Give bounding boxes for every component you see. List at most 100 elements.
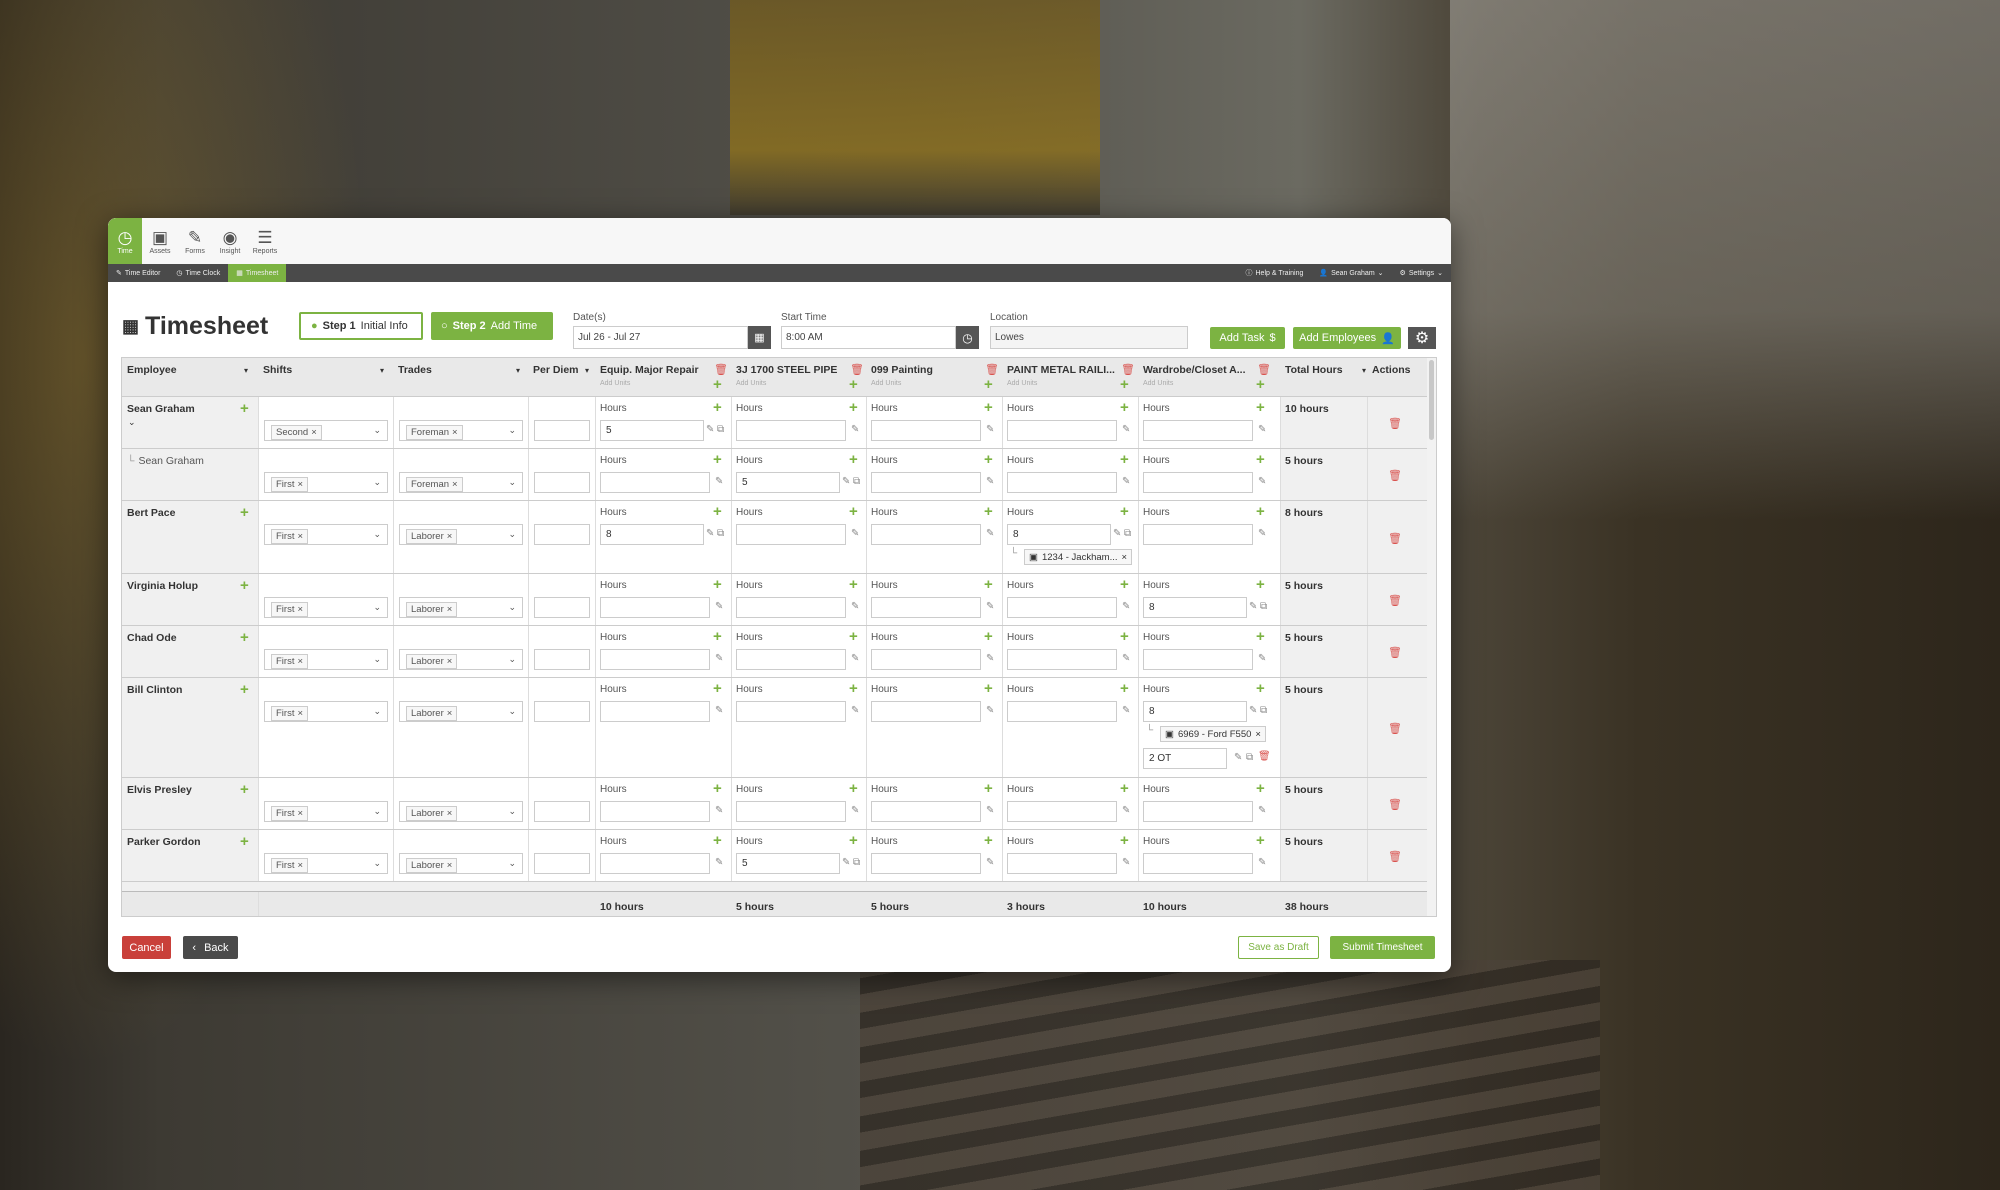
add-hours-plus-icon[interactable]: + xyxy=(984,833,993,848)
add-row-plus-icon[interactable]: + xyxy=(240,578,249,593)
back-button[interactable]: ‹ Back xyxy=(183,936,238,959)
add-hours-plus-icon[interactable]: + xyxy=(984,577,993,592)
hours-input[interactable] xyxy=(600,597,710,618)
pencil-icon[interactable]: ✎ xyxy=(986,528,994,539)
shift-select[interactable]: First × ⌄ xyxy=(264,597,388,618)
pencil-icon[interactable]: ✎ xyxy=(1258,653,1266,664)
hours-input[interactable] xyxy=(600,472,710,493)
hours-input[interactable] xyxy=(1143,472,1253,493)
hours-input[interactable]: 8 xyxy=(1143,597,1247,618)
copy-icon[interactable]: ⧉ xyxy=(1260,601,1267,612)
hours-input[interactable] xyxy=(600,649,710,670)
pencil-icon[interactable]: ✎ xyxy=(851,653,859,664)
hours-input[interactable] xyxy=(736,597,846,618)
pencil-icon[interactable]: ✎ xyxy=(1258,857,1266,868)
shift-tag[interactable]: Second × xyxy=(271,425,322,440)
pencil-icon[interactable]: ✎ xyxy=(715,857,723,868)
add-hours-plus-icon[interactable]: + xyxy=(849,400,858,415)
add-hours-plus-icon[interactable]: + xyxy=(1256,629,1265,644)
hours-input[interactable] xyxy=(1007,649,1117,670)
shift-select[interactable]: First × ⌄ xyxy=(264,801,388,822)
pencil-icon[interactable]: ✎ xyxy=(1249,705,1257,716)
remove-tag-icon[interactable]: × xyxy=(447,860,453,871)
hours-input[interactable] xyxy=(1007,701,1117,722)
hours-input[interactable] xyxy=(736,524,846,545)
copy-icon[interactable]: ⧉ xyxy=(717,424,724,435)
hours-input[interactable] xyxy=(871,472,981,493)
delete-row-trash-icon[interactable]: 🗑 xyxy=(1388,594,1402,607)
pencil-icon[interactable]: ✎ xyxy=(986,601,994,612)
add-units-link[interactable]: Add Units xyxy=(600,380,630,387)
pencil-icon[interactable]: ✎ xyxy=(986,424,994,435)
add-hours-plus-icon[interactable]: + xyxy=(1120,577,1129,592)
add-hours-plus-icon[interactable]: + xyxy=(1120,452,1129,467)
add-hours-plus-icon[interactable]: + xyxy=(713,504,722,519)
hours-input[interactable] xyxy=(736,701,846,722)
add-hours-plus-icon[interactable]: + xyxy=(1256,681,1265,696)
start-time-input[interactable]: 8:00 AM xyxy=(781,326,956,349)
pencil-icon[interactable]: ✎ xyxy=(715,653,723,664)
hours-input[interactable] xyxy=(1007,853,1117,874)
add-hours-plus-icon[interactable]: + xyxy=(713,400,722,415)
add-hours-plus-icon[interactable]: + xyxy=(849,504,858,519)
add-hours-plus-icon[interactable]: + xyxy=(849,629,858,644)
shift-tag[interactable]: First × xyxy=(271,477,309,492)
add-unit-plus-icon[interactable]: + xyxy=(984,377,993,392)
trash-icon[interactable]: 🗑 xyxy=(985,363,999,376)
per-diem-input[interactable] xyxy=(534,472,590,493)
trade-tag[interactable]: Laborer × xyxy=(406,529,458,544)
hours-input[interactable] xyxy=(736,649,846,670)
hours-input[interactable] xyxy=(1143,853,1253,874)
trade-select[interactable]: Laborer × ⌄ xyxy=(399,853,523,874)
add-hours-plus-icon[interactable]: + xyxy=(1120,781,1129,796)
nav-item-reports[interactable]: ☰ Reports xyxy=(248,218,282,264)
shift-tag[interactable]: First × xyxy=(271,858,309,873)
col-header-task[interactable]: Equip. Major Repair xyxy=(600,364,710,376)
add-hours-plus-icon[interactable]: + xyxy=(849,781,858,796)
add-hours-plus-icon[interactable]: + xyxy=(713,629,722,644)
hours-input[interactable] xyxy=(1007,597,1117,618)
add-units-link[interactable]: Add Units xyxy=(736,380,766,387)
per-diem-input[interactable] xyxy=(534,649,590,670)
hours-input[interactable] xyxy=(871,597,981,618)
trash-icon[interactable]: 🗑 xyxy=(1258,751,1271,762)
add-hours-plus-icon[interactable]: + xyxy=(849,577,858,592)
hours-input[interactable] xyxy=(1143,524,1253,545)
per-diem-input[interactable] xyxy=(534,853,590,874)
copy-icon[interactable]: ⧉ xyxy=(1246,752,1253,763)
add-hours-plus-icon[interactable]: + xyxy=(713,452,722,467)
shift-select[interactable]: Second × ⌄ xyxy=(264,420,388,441)
hours-input[interactable] xyxy=(1007,801,1117,822)
col-header-task[interactable]: Wardrobe/Closet A... xyxy=(1143,364,1253,376)
pencil-icon[interactable]: ✎ xyxy=(986,705,994,716)
remove-tag-icon[interactable]: × xyxy=(297,860,303,871)
shift-tag[interactable]: First × xyxy=(271,654,309,669)
remove-tag-icon[interactable]: × xyxy=(297,708,303,719)
add-row-plus-icon[interactable]: + xyxy=(240,682,249,697)
per-diem-input[interactable] xyxy=(534,420,590,441)
remove-tag-icon[interactable]: × xyxy=(452,479,458,490)
remove-tag-icon[interactable]: × xyxy=(1255,729,1261,740)
remove-tag-icon[interactable]: × xyxy=(297,656,303,667)
hours-input[interactable] xyxy=(1143,801,1253,822)
remove-tag-icon[interactable]: × xyxy=(311,427,317,438)
pencil-icon[interactable]: ✎ xyxy=(851,705,859,716)
pencil-icon[interactable]: ✎ xyxy=(1122,476,1130,487)
remove-tag-icon[interactable]: × xyxy=(297,479,303,490)
hours-input[interactable] xyxy=(871,524,981,545)
remove-tag-icon[interactable]: × xyxy=(452,427,458,438)
remove-tag-icon[interactable]: × xyxy=(1122,552,1128,563)
cancel-button[interactable]: Cancel xyxy=(122,936,171,959)
shift-select[interactable]: First × ⌄ xyxy=(264,649,388,670)
copy-icon[interactable]: ⧉ xyxy=(1124,528,1131,539)
hours-input[interactable]: 8 xyxy=(1007,524,1111,545)
per-diem-input[interactable] xyxy=(534,801,590,822)
delete-row-trash-icon[interactable]: 🗑 xyxy=(1388,798,1402,811)
pencil-icon[interactable]: ✎ xyxy=(1122,805,1130,816)
trash-icon[interactable]: 🗑 xyxy=(1121,363,1135,376)
add-unit-plus-icon[interactable]: + xyxy=(1120,377,1129,392)
hours-input[interactable] xyxy=(871,801,981,822)
hours-input[interactable]: 8 xyxy=(1143,701,1247,722)
pencil-icon[interactable]: ✎ xyxy=(986,857,994,868)
pencil-icon[interactable]: ✎ xyxy=(1113,528,1121,539)
